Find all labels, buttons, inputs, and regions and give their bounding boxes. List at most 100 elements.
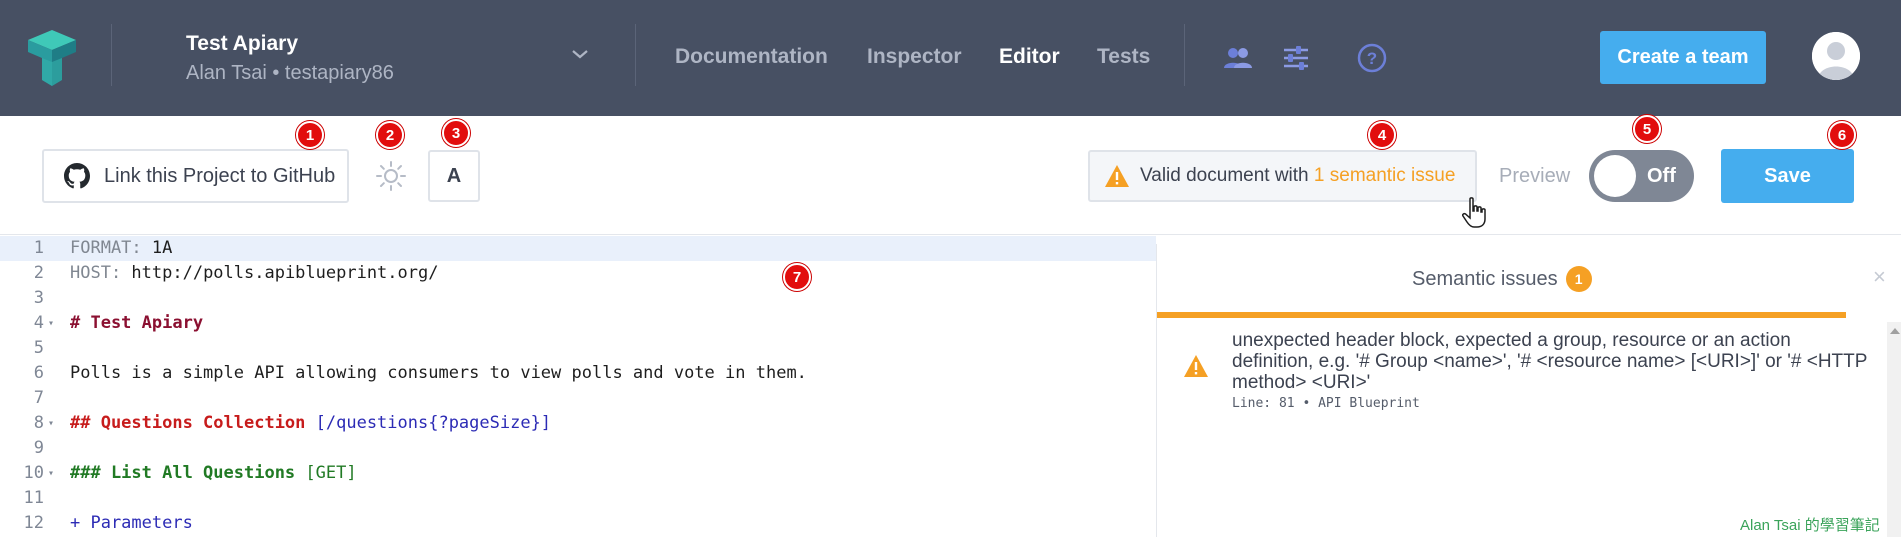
create-team-button[interactable]: Create a team	[1600, 31, 1766, 84]
code-token: http://polls.apiblueprint.org/	[131, 263, 439, 283]
link-github-label: Link this Project to GitHub	[104, 164, 336, 187]
editor-line[interactable]: 2 HOST: http://polls.apiblueprint.org/	[0, 261, 1156, 286]
code-token: FORMAT:	[70, 238, 152, 258]
semantic-issue-link[interactable]: 1 semantic issue	[1314, 165, 1456, 186]
editor-toolbar: Link this Project to GitHub A Valid docu…	[0, 116, 1901, 235]
line-number: 9	[33, 438, 44, 458]
nav-inspector[interactable]: Inspector	[867, 45, 962, 69]
callout-badge-5: 5	[1633, 115, 1661, 143]
line-number: 12	[23, 513, 44, 533]
project-owner[interactable]: Alan Tsai • testapiary86	[186, 62, 394, 85]
code-token: # Test Apiary	[70, 313, 204, 333]
preview-toggle[interactable]: Off	[1589, 150, 1694, 202]
fold-toggle-icon[interactable]: ▾	[48, 461, 54, 486]
sun-icon	[376, 161, 406, 191]
validation-status[interactable]: Valid document with 1 semantic issue	[1088, 150, 1477, 202]
issue-location: Line: 81 • API Blueprint	[1232, 396, 1420, 411]
validation-text: Valid document with 1 semantic issue	[1140, 165, 1455, 187]
editor-line[interactable]: 4 ▾ # Test Apiary	[0, 311, 1156, 336]
callout-badge-4: 4	[1368, 121, 1396, 149]
panel-scrollbar[interactable]	[1887, 322, 1901, 537]
editor-line[interactable]: 8 ▾ ## Questions Collection [/questions{?p…	[0, 411, 1156, 436]
editor-line[interactable]: 5	[0, 336, 1156, 361]
line-code: FORMAT: 1A	[70, 236, 172, 261]
editor-line[interactable]: 3	[0, 286, 1156, 311]
team-icon[interactable]	[1222, 42, 1254, 74]
link-github-button[interactable]: Link this Project to GitHub	[42, 149, 349, 203]
close-icon[interactable]: ×	[1873, 264, 1886, 290]
line-code: Polls is a simple API allowing consumers…	[70, 361, 807, 386]
line-number: 2	[33, 263, 44, 283]
theme-toggle-button[interactable]	[371, 156, 411, 196]
callout-badge-2: 2	[376, 121, 404, 149]
callout-badge-7: 7	[783, 263, 811, 291]
line-number: 6	[33, 363, 44, 383]
top-navigation-bar: Test Apiary Alan Tsai • testapiary86 Doc…	[0, 0, 1901, 116]
hand-cursor-icon	[1462, 197, 1486, 228]
font-size-button[interactable]: A	[428, 150, 480, 202]
line-code: # Test Apiary	[70, 311, 203, 336]
line-code: ### List All Questions [GET]	[70, 461, 357, 486]
editor-line[interactable]: 7	[0, 386, 1156, 411]
warning-icon	[1105, 165, 1129, 187]
svg-text:?: ?	[1367, 49, 1377, 68]
fold-toggle-icon[interactable]: ▾	[48, 411, 54, 436]
validation-prefix: Valid document with	[1140, 165, 1314, 186]
panel-title-label: Semantic issues	[1412, 267, 1558, 290]
project-name[interactable]: Test Apiary	[186, 32, 298, 56]
code-token: [/questions{?pageSize}]	[315, 413, 552, 433]
line-number: 3	[33, 288, 44, 308]
line-code: + Parameters	[70, 511, 193, 536]
line-code: ## Questions Collection [/questions{?pag…	[70, 411, 551, 436]
callout-badge-3: 3	[442, 119, 470, 147]
panel-title: Semantic issues 1	[1412, 266, 1592, 292]
issue-item[interactable]: unexpected header block, expected a grou…	[1157, 330, 1877, 420]
code-editor[interactable]: 1 FORMAT: 1A 2 HOST: http://polls.apibluepr…	[0, 236, 1156, 537]
line-number: 7	[33, 388, 44, 408]
line-code: HOST: http://polls.apiblueprint.org/	[70, 261, 438, 286]
nav-tests[interactable]: Tests	[1097, 45, 1150, 69]
code-token: ### List All Questions	[70, 463, 306, 483]
warning-icon	[1184, 355, 1208, 377]
user-avatar-icon	[1812, 32, 1860, 80]
logo-divider	[111, 24, 112, 86]
line-number: 5	[33, 338, 44, 358]
editor-line[interactable]: 6 Polls is a simple API allowing consumer…	[0, 361, 1156, 386]
editor-line[interactable]: 1 FORMAT: 1A	[0, 236, 1156, 261]
apiary-logo-icon[interactable]	[24, 30, 80, 86]
toggle-knob	[1594, 155, 1636, 197]
callout-badge-6: 6	[1828, 121, 1856, 149]
code-token: Polls is a simple API allowing consumers…	[70, 363, 807, 383]
callout-badge-1: 1	[296, 121, 324, 149]
settings-sliders-icon[interactable]	[1280, 42, 1312, 74]
line-number: 11	[23, 488, 44, 508]
issue-message: unexpected header block, expected a grou…	[1232, 330, 1868, 393]
scroll-up-icon[interactable]	[1890, 328, 1900, 334]
editor-line[interactable]: 10 ▾ ### List All Questions [GET]	[0, 461, 1156, 486]
semantic-issues-panel: Semantic issues 1 × unexpected header bl…	[1156, 244, 1901, 537]
code-token: ## Questions Collection	[70, 413, 316, 433]
code-token: HOST:	[70, 263, 132, 283]
watermark: Alan Tsai 的學習筆記	[1740, 517, 1880, 534]
nav-documentation[interactable]: Documentation	[675, 45, 828, 69]
issue-count-badge: 1	[1565, 266, 1592, 292]
code-token: [GET]	[305, 463, 357, 483]
fold-toggle-icon[interactable]: ▾	[48, 311, 54, 336]
avatar[interactable]	[1812, 32, 1860, 80]
nav-divider	[635, 24, 636, 86]
preview-label: Preview	[1499, 165, 1571, 187]
save-button[interactable]: Save	[1721, 149, 1854, 203]
line-number: 1	[33, 238, 44, 258]
chevron-down-icon[interactable]	[570, 44, 590, 64]
toggle-state-label: Off	[1647, 165, 1676, 187]
editor-line[interactable]: 12 + Parameters	[0, 511, 1156, 536]
editor-line[interactable]: 11	[0, 486, 1156, 511]
nav-editor[interactable]: Editor	[999, 45, 1060, 69]
warning-bar	[1157, 312, 1846, 318]
code-token: 1A	[151, 238, 173, 258]
editor-line[interactable]: 9	[0, 436, 1156, 461]
code-token: + Parameters	[70, 513, 193, 533]
nav-divider	[1184, 24, 1185, 86]
help-icon[interactable]: ?	[1356, 42, 1388, 74]
github-icon	[64, 163, 90, 189]
